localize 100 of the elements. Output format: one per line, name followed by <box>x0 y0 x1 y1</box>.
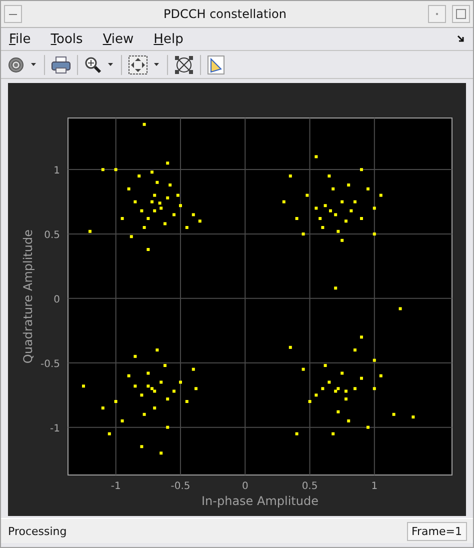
data-point <box>142 412 146 416</box>
data-point <box>295 217 298 220</box>
data-point <box>108 432 111 436</box>
data-point <box>120 217 124 220</box>
window-title: PDCCH constellation <box>162 7 288 21</box>
data-point <box>372 358 376 362</box>
data-point <box>379 194 382 197</box>
fit-axes-icon[interactable] <box>126 52 150 76</box>
data-point <box>336 230 340 233</box>
data-point <box>332 187 335 190</box>
data-point <box>288 346 292 349</box>
axis-label: In-phase Amplitude <box>202 494 318 508</box>
data-point <box>347 184 350 186</box>
data-point <box>153 406 156 410</box>
data-point <box>306 194 309 197</box>
data-point <box>295 432 298 436</box>
data-point <box>156 348 159 352</box>
data-point <box>127 374 130 378</box>
maximize-button[interactable] <box>452 5 470 23</box>
status-message: Processing <box>8 524 67 538</box>
data-point <box>153 194 156 197</box>
data-point <box>185 400 188 403</box>
data-point <box>340 200 344 204</box>
axis-label: Quadrature Amplitude <box>21 230 35 364</box>
tick-label: -0.5 <box>170 481 190 492</box>
data-point <box>302 232 305 236</box>
data-point <box>166 398 170 400</box>
data-point <box>142 122 146 126</box>
data-point <box>140 394 144 397</box>
data-point <box>350 209 353 212</box>
data-point <box>160 452 163 455</box>
data-point <box>328 380 331 384</box>
data-point <box>314 155 318 158</box>
data-point <box>360 336 363 339</box>
data-point <box>314 206 318 210</box>
data-point <box>344 398 348 400</box>
data-point <box>134 384 137 388</box>
data-point <box>140 445 144 448</box>
data-point <box>340 372 344 375</box>
maximize-icon <box>456 9 466 19</box>
data-point <box>179 380 182 384</box>
data-point <box>166 162 170 165</box>
data-point <box>114 400 118 403</box>
data-point <box>185 226 188 229</box>
data-point <box>150 200 154 204</box>
data-point <box>172 390 176 393</box>
frame-counter: Frame=1 <box>406 522 467 540</box>
tick-label: 0.5 <box>302 481 318 492</box>
menu-item[interactable]: Help <box>152 32 186 46</box>
plot-properties-icon[interactable] <box>205 52 227 76</box>
data-point <box>379 374 382 378</box>
menu-item[interactable]: View <box>100 32 136 46</box>
data-point <box>412 416 415 418</box>
data-point <box>282 200 286 204</box>
minimize-icon <box>9 13 17 15</box>
data-point <box>140 209 144 212</box>
data-point <box>366 187 370 190</box>
data-point <box>366 426 370 429</box>
data-point <box>134 200 137 204</box>
data-point <box>130 235 133 238</box>
data-point <box>334 213 338 216</box>
data-point <box>329 209 332 212</box>
tick-label: -1 <box>50 423 60 434</box>
minimize-button[interactable] <box>4 5 22 23</box>
data-point <box>101 168 104 172</box>
data-point <box>332 432 335 436</box>
data-point <box>146 248 150 251</box>
printer-icon[interactable] <box>49 54 73 76</box>
data-point <box>179 204 182 208</box>
data-point <box>176 194 180 197</box>
data-point <box>302 368 305 371</box>
data-point <box>120 419 124 422</box>
data-point <box>372 387 376 390</box>
data-point <box>114 168 118 172</box>
tick-label: 1 <box>371 481 378 492</box>
data-point <box>372 206 376 210</box>
data-point <box>360 168 363 172</box>
data-point <box>392 412 396 416</box>
data-point <box>166 196 170 200</box>
undock-icon[interactable] <box>457 35 465 43</box>
data-point <box>194 387 198 390</box>
data-point <box>328 174 331 178</box>
data-point <box>344 390 348 393</box>
data-point <box>164 364 166 367</box>
data-point <box>372 232 376 236</box>
tick-label: -0.5 <box>40 358 60 370</box>
data-point <box>142 226 146 229</box>
menu-item[interactable]: File <box>7 32 33 46</box>
data-point <box>314 394 318 397</box>
data-point <box>138 174 141 178</box>
data-point <box>192 213 195 216</box>
tick-label: 0 <box>54 294 60 306</box>
data-point <box>398 307 402 310</box>
tick-label: 0.5 <box>44 230 60 241</box>
data-point <box>360 376 363 380</box>
data-point <box>198 220 202 223</box>
data-point <box>146 372 150 375</box>
menu-item[interactable]: Tools <box>48 32 85 46</box>
data-point <box>354 200 356 204</box>
data-point <box>160 380 163 384</box>
